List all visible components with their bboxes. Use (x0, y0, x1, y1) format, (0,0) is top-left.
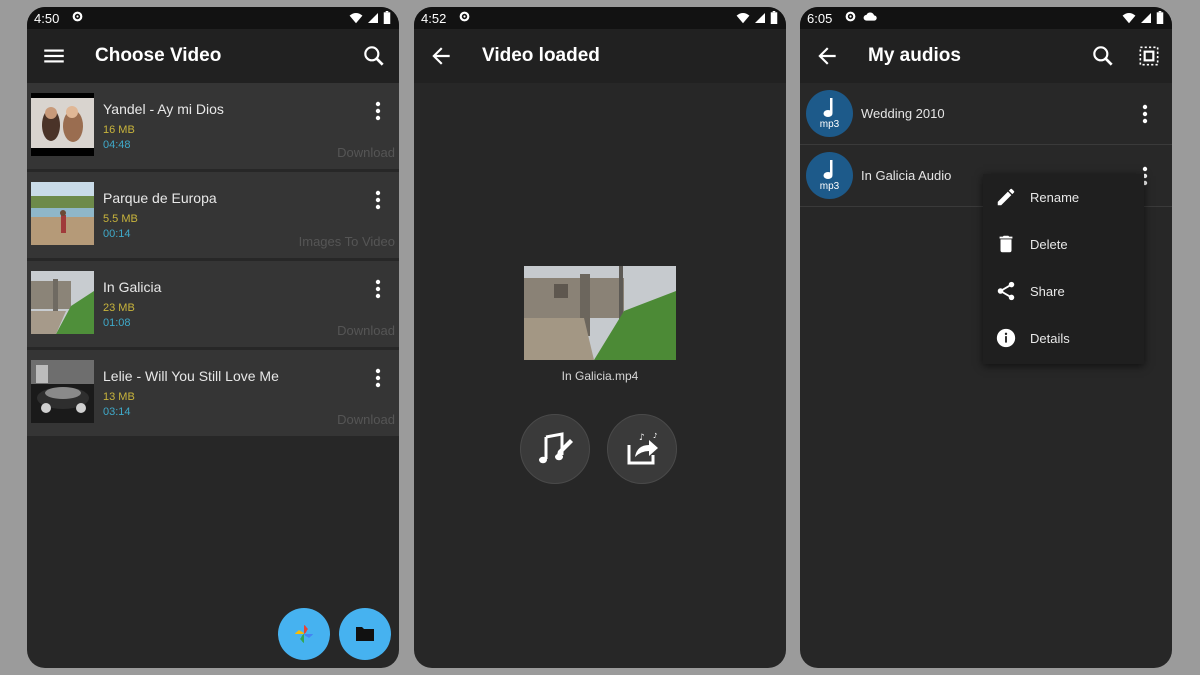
menu-item-share[interactable]: Share (983, 268, 1144, 315)
settings-status-icon (845, 11, 856, 22)
video-action-label[interactable]: Download (337, 145, 395, 160)
video-preview[interactable] (524, 266, 676, 360)
more-vert-icon[interactable] (375, 190, 381, 210)
context-menu: Rename Delete Share Details (983, 174, 1144, 364)
battery-icon (770, 11, 778, 24)
page-title: Choose Video (95, 45, 222, 66)
signal-icon (755, 12, 765, 23)
audio-avatar: mp3 (806, 90, 853, 137)
video-action-label[interactable]: Download (337, 323, 395, 338)
video-thumbnail (31, 271, 94, 334)
page-title: Video loaded (482, 45, 600, 66)
audio-format: mp3 (819, 181, 840, 192)
status-time: 4:52 (421, 11, 447, 26)
app-bar: Video loaded (414, 29, 786, 83)
signal-icon (1141, 12, 1151, 23)
cloud-icon (863, 12, 877, 21)
video-action-label[interactable]: Images To Video (299, 234, 395, 249)
page-title: My audios (868, 45, 961, 66)
video-size: 16 MB (103, 124, 135, 136)
status-bar: 6:05 (800, 7, 1172, 29)
more-vert-icon[interactable] (375, 101, 381, 121)
menu-item-delete[interactable]: Delete (983, 221, 1144, 268)
video-size: 5.5 MB (103, 213, 138, 225)
video-size: 13 MB (103, 391, 135, 403)
video-list-item[interactable]: Parque de Europa 5.5 MB 00:14 Images To … (27, 172, 399, 258)
audio-format: mp3 (819, 119, 840, 130)
audio-title: In Galicia Audio (861, 168, 952, 183)
wifi-icon (349, 12, 363, 23)
video-duration: 04:48 (103, 139, 131, 151)
battery-icon (1156, 11, 1164, 24)
share-audio-button[interactable]: ♪ ♪ (607, 414, 677, 484)
wifi-icon (736, 12, 750, 23)
audio-list-item[interactable]: mp3 Wedding 2010 (800, 83, 1172, 145)
video-thumbnail (31, 360, 94, 423)
screen-choose-video: 4:50 Choose Video Yandel - Ay mi Dios 16… (27, 7, 399, 668)
music-edit-icon (539, 432, 573, 464)
video-title: Lelie - Will You Still Love Me (103, 368, 279, 384)
video-title: Parque de Europa (103, 190, 217, 206)
share-icon (997, 281, 1015, 301)
wifi-icon (1122, 12, 1136, 23)
menu-item-label: Details (1030, 331, 1070, 346)
video-title: In Galicia (103, 279, 162, 295)
pencil-icon (997, 188, 1015, 206)
video-thumbnail (31, 93, 94, 156)
svg-text:♪: ♪ (653, 432, 657, 440)
photos-icon (295, 625, 313, 643)
menu-icon[interactable] (41, 43, 67, 69)
audio-avatar: mp3 (806, 152, 853, 199)
video-duration: 00:14 (103, 228, 131, 240)
folder-fab-button[interactable] (339, 608, 391, 660)
back-arrow-icon[interactable] (428, 43, 454, 69)
more-vert-icon[interactable] (1142, 104, 1148, 124)
menu-item-details[interactable]: Details (983, 315, 1144, 362)
app-bar: Choose Video (27, 29, 399, 83)
svg-text:♪: ♪ (639, 433, 645, 443)
settings-status-icon (71, 10, 84, 23)
video-filename: In Galicia.mp4 (561, 369, 639, 383)
info-icon (996, 328, 1016, 348)
video-list-item[interactable]: Lelie - Will You Still Love Me 13 MB 03:… (27, 350, 399, 436)
share-audio-icon: ♪ ♪ (627, 432, 658, 465)
search-icon[interactable] (361, 43, 387, 69)
video-list: Yandel - Ay mi Dios 16 MB 04:48 Download… (27, 83, 399, 439)
screen-video-loaded: 4:52 Video loaded In Galicia.mp4 ♪ ♪ (414, 7, 786, 668)
video-list-item[interactable]: Yandel - Ay mi Dios 16 MB 04:48 Download (27, 83, 399, 169)
video-duration: 01:08 (103, 317, 131, 329)
more-vert-icon[interactable] (375, 368, 381, 388)
video-size: 23 MB (103, 302, 135, 314)
video-thumbnail (31, 182, 94, 245)
video-title: Yandel - Ay mi Dios (103, 101, 224, 117)
battery-icon (383, 11, 391, 24)
menu-item-label: Rename (1030, 190, 1080, 205)
menu-item-rename[interactable]: Rename (983, 174, 1144, 221)
menu-item-label: Delete (1030, 237, 1068, 252)
back-arrow-icon[interactable] (814, 43, 840, 69)
extract-audio-button[interactable] (520, 414, 590, 484)
app-bar: My audios (800, 29, 1172, 83)
more-vert-icon[interactable] (375, 279, 381, 299)
video-list-item[interactable]: In Galicia 23 MB 01:08 Download (27, 261, 399, 347)
audio-title: Wedding 2010 (861, 106, 945, 121)
search-icon[interactable] (1090, 43, 1116, 69)
status-bar: 4:52 (414, 7, 786, 29)
status-time: 6:05 (807, 11, 833, 26)
trash-icon (999, 235, 1013, 253)
screen-my-audios: 6:05 My audios mp3 Wedding 2010 mp3 In G… (800, 7, 1172, 668)
video-action-label[interactable]: Download (337, 412, 395, 427)
menu-item-label: Share (1030, 284, 1065, 299)
status-time: 4:50 (34, 11, 60, 26)
folder-icon (356, 627, 374, 641)
settings-status-icon (458, 10, 471, 23)
status-bar: 4:50 (27, 7, 399, 29)
photos-fab-button[interactable] (278, 608, 330, 660)
signal-icon (368, 12, 378, 23)
music-note-icon (823, 160, 833, 179)
video-duration: 03:14 (103, 406, 131, 418)
select-all-icon[interactable] (1136, 43, 1162, 69)
music-note-icon (823, 98, 833, 117)
